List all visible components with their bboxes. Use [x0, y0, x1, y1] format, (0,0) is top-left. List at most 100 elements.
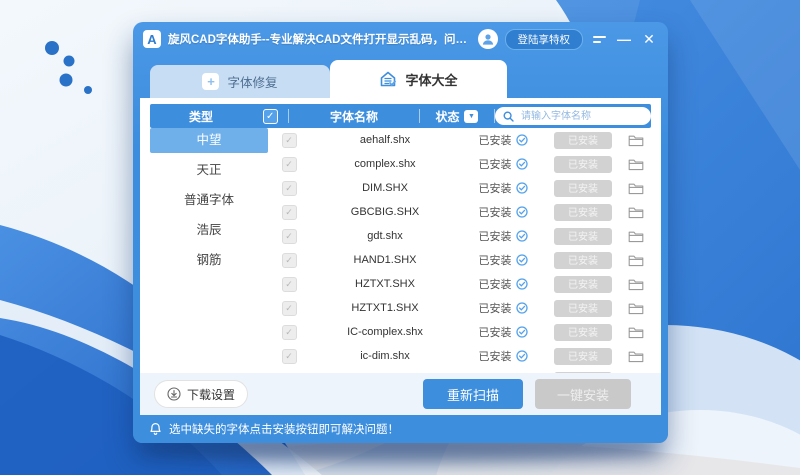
installed-check-icon	[516, 134, 528, 146]
font-table-row: ✓ HZTXT1.SHX 已安装 已安装	[268, 296, 651, 320]
rescan-button[interactable]: 重新扫描	[423, 379, 523, 409]
font-name: gdt.shx	[310, 230, 460, 242]
font-table-row: ✓ GBCBIG.SHX 已安装 已安装	[268, 200, 651, 224]
font-library-icon	[379, 70, 397, 88]
user-avatar-icon[interactable]	[478, 29, 498, 49]
download-icon	[167, 387, 181, 401]
status-text: 已安装	[479, 252, 512, 268]
font-table-row: ✓ IC-complex.shx 已安装 已安装	[268, 320, 651, 344]
open-folder-icon[interactable]	[620, 278, 651, 291]
font-name: complex.shx	[310, 158, 460, 170]
repair-kit-icon: +	[202, 73, 219, 90]
font-table-row: ✓ DIM.SHX 已安装 已安装	[268, 176, 651, 200]
select-all-checkbox[interactable]: ✓	[263, 109, 278, 124]
installed-check-icon	[516, 158, 528, 170]
row-checkbox[interactable]: ✓	[282, 325, 297, 340]
row-checkbox[interactable]: ✓	[282, 277, 297, 292]
row-install-button[interactable]: 已安装	[554, 204, 612, 221]
column-type-header: 类型	[150, 108, 252, 125]
font-name: IC-complex.shx	[310, 326, 460, 338]
font-name: HZTXT.SHX	[310, 278, 460, 290]
font-name: HZTXT1.SHX	[310, 302, 460, 314]
tab-font-library-label: 字体大全	[405, 70, 457, 89]
row-install-button[interactable]: 已安装	[554, 180, 612, 197]
row-checkbox[interactable]: ✓	[282, 349, 297, 364]
bell-icon	[149, 422, 162, 436]
row-install-button[interactable]: 已安装	[554, 348, 612, 365]
open-folder-icon[interactable]	[620, 206, 651, 219]
row-install-button[interactable]: 已安装	[554, 252, 612, 269]
installed-check-icon	[516, 182, 528, 194]
installed-check-icon	[516, 206, 528, 218]
font-table-row: ✓ aehalf.shx 已安装 已安装	[268, 128, 651, 152]
installed-check-icon	[516, 230, 528, 242]
row-install-button[interactable]: 已安装	[554, 132, 612, 149]
row-checkbox[interactable]: ✓	[282, 253, 297, 268]
font-table-row: ✓ HAND1.SHX 已安装 已安装	[268, 248, 651, 272]
font-name: ic-dim.shx	[310, 350, 460, 362]
status-text: 已安装	[479, 228, 512, 244]
status-text: 已安装	[479, 180, 512, 196]
status-text: 已安装	[479, 324, 512, 340]
install-all-button[interactable]: 一键安装	[535, 379, 631, 409]
row-install-button[interactable]: 已安装	[554, 156, 612, 173]
login-button[interactable]: 登陆享特权	[505, 29, 584, 50]
row-install-button[interactable]: 已安装	[554, 276, 612, 293]
window-title: 旋风CAD字体助手--专业解决CAD文件打开显示乱码，问号或者图层不显示问题	[168, 31, 471, 47]
category-item-0[interactable]: 中望	[150, 128, 268, 153]
hamburger-icon	[593, 36, 606, 43]
open-folder-icon[interactable]	[620, 302, 651, 315]
tab-font-repair-label: 字体修复	[227, 72, 277, 91]
font-table-row: ✓ HZTXT.SHX 已安装 已安装	[268, 272, 651, 296]
category-list: 中望天正普通字体浩辰钢筋	[150, 128, 268, 373]
minimize-button[interactable]: —	[615, 30, 633, 48]
search-input[interactable]	[519, 110, 643, 123]
category-item-4[interactable]: 钢筋	[150, 248, 268, 273]
status-text: 已安装	[479, 132, 512, 148]
row-checkbox[interactable]: ✓	[282, 205, 297, 220]
open-folder-icon[interactable]	[620, 134, 651, 147]
column-name-header: 字体名称	[289, 108, 419, 125]
font-table-row: ✓ ic-dim.shx 已安装 已安装	[268, 344, 651, 368]
row-checkbox[interactable]: ✓	[282, 301, 297, 316]
open-folder-icon[interactable]	[620, 182, 651, 195]
installed-check-icon	[516, 278, 528, 290]
app-window: A 旋风CAD字体助手--专业解决CAD文件打开显示乱码，问号或者图层不显示问题…	[133, 22, 668, 443]
table-body: 中望天正普通字体浩辰钢筋 ✓ aehalf.shx 已安装 已安装 ✓ comp…	[140, 128, 661, 373]
status-filter-dropdown[interactable]: ▼	[464, 110, 478, 123]
installed-check-icon	[516, 326, 528, 338]
row-checkbox[interactable]: ✓	[282, 157, 297, 172]
font-name: aehalf.shx	[310, 134, 460, 146]
close-button[interactable]: ✕	[640, 30, 658, 48]
font-row-list: ✓ aehalf.shx 已安装 已安装 ✓ complex.shx 已安装	[268, 128, 651, 373]
row-checkbox[interactable]: ✓	[282, 229, 297, 244]
search-icon	[503, 111, 514, 122]
open-folder-icon[interactable]	[620, 230, 651, 243]
status-message: 选中缺失的字体点击安装按钮即可解决问题！	[169, 421, 399, 437]
category-item-2[interactable]: 普通字体	[150, 188, 268, 213]
menu-button[interactable]	[590, 30, 608, 48]
font-name: HAND1.SHX	[310, 254, 460, 266]
column-status-header: 状态	[435, 108, 459, 125]
font-table-row: ✓ gdt.shx 已安装 已安装	[268, 224, 651, 248]
download-settings-button[interactable]: 下载设置	[154, 380, 248, 408]
open-folder-icon[interactable]	[620, 326, 651, 339]
open-folder-icon[interactable]	[620, 350, 651, 363]
status-bar: 选中缺失的字体点击安装按钮即可解决问题！	[133, 415, 668, 443]
row-install-button[interactable]: 已安装	[554, 228, 612, 245]
tab-font-repair[interactable]: + 字体修复	[150, 65, 330, 98]
installed-check-icon	[516, 254, 528, 266]
row-install-button[interactable]: 已安装	[554, 324, 612, 341]
open-folder-icon[interactable]	[620, 254, 651, 267]
font-search-box[interactable]	[495, 107, 651, 125]
tab-font-library[interactable]: 字体大全	[330, 60, 507, 98]
category-item-3[interactable]: 浩辰	[150, 218, 268, 243]
status-text: 已安装	[479, 156, 512, 172]
status-text: 已安装	[479, 276, 512, 292]
status-text: 已安装	[479, 204, 512, 220]
open-folder-icon[interactable]	[620, 158, 651, 171]
row-checkbox[interactable]: ✓	[282, 181, 297, 196]
category-item-1[interactable]: 天正	[150, 158, 268, 183]
row-install-button[interactable]: 已安装	[554, 300, 612, 317]
row-checkbox[interactable]: ✓	[282, 133, 297, 148]
